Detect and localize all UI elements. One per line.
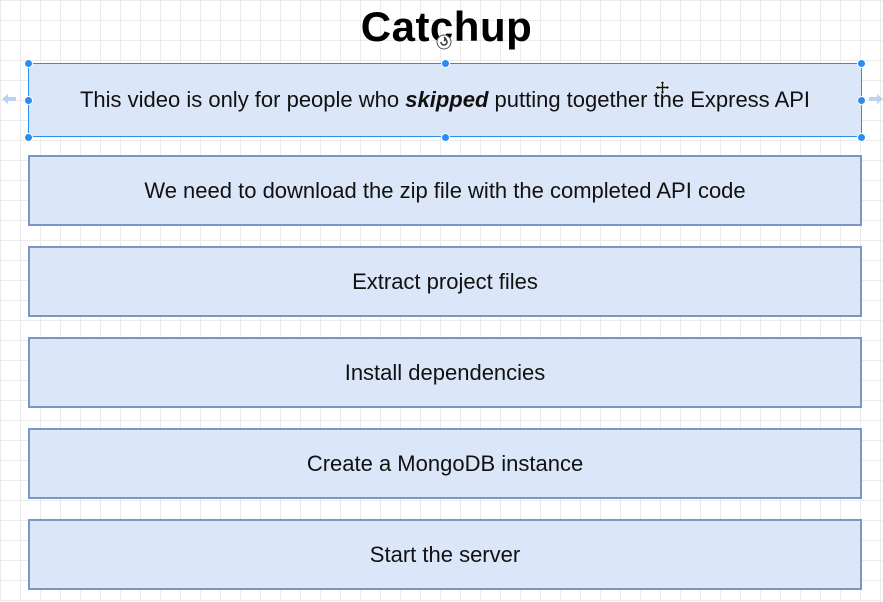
resize-handle-top-center[interactable] [441,59,450,68]
step-text-install-dependencies: Install dependencies [344,359,546,385]
resize-handle-bottom-left[interactable] [24,133,33,142]
step-text-download-zip: We need to download the zip file with th… [144,177,746,203]
step-box-install-dependencies[interactable]: Install dependencies [28,337,862,408]
rotate-handle-icon[interactable] [436,34,452,50]
step-text-create-mongodb: Create a MongoDB instance [306,450,584,476]
resize-handle-middle-right[interactable] [857,96,866,105]
resize-handle-bottom-center[interactable] [441,133,450,142]
step-box-create-mongodb[interactable]: Create a MongoDB instance [28,428,862,499]
connect-arrow-left-icon[interactable] [2,94,16,104]
move-cursor-icon [655,80,670,95]
step-text-start-server: Start the server [369,541,521,567]
resize-handle-bottom-right[interactable] [857,133,866,142]
step-text-intro-before: This video is only for people who [79,87,406,112]
resize-handle-top-right[interactable] [857,59,866,68]
step-text-intro: This video is only for people who skippe… [80,87,810,113]
step-box-extract-files[interactable]: Extract project files [28,246,862,317]
resize-handle-middle-left[interactable] [24,96,33,105]
connect-arrow-right-icon[interactable] [869,94,883,104]
step-box-intro[interactable]: This video is only for people who skippe… [28,63,862,137]
resize-handle-top-left[interactable] [24,59,33,68]
step-box-download-zip[interactable]: We need to download the zip file with th… [28,155,862,226]
step-text-intro-emphasis: skipped [405,87,489,112]
step-box-start-server[interactable]: Start the server [28,519,862,590]
step-text-intro-after: putting together the Express API [488,87,811,112]
step-text-extract-files: Extract project files [352,268,538,294]
